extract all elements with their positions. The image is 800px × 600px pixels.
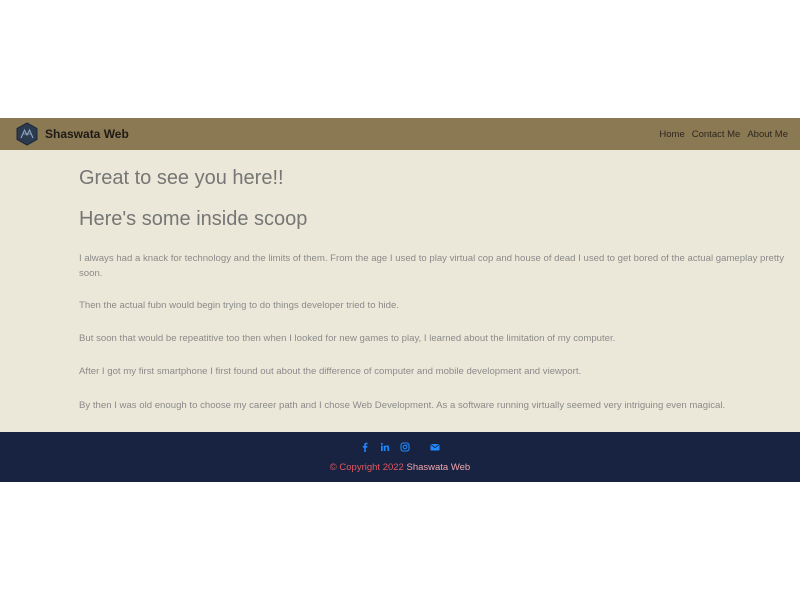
navbar: Shaswata Web Home Contact Me About Me: [0, 118, 800, 150]
nav-links: Home Contact Me About Me: [652, 118, 788, 150]
paragraph-3: But soon that would be repeatitive too t…: [79, 333, 616, 344]
main-content: Great to see you here!! Here's some insi…: [0, 150, 800, 432]
nav-link-contact[interactable]: Contact Me: [692, 129, 741, 140]
linkedin-icon[interactable]: [380, 442, 390, 452]
brand-name: Shaswata Web: [45, 127, 129, 141]
paragraph-2: Then the actual fubn would begin trying …: [79, 300, 400, 311]
footer: © Copyright 2022 Shaswata Web: [0, 432, 800, 482]
brand-link[interactable]: Shaswata Web: [16, 120, 129, 148]
paragraph-5: By then I was old enough to choose my ca…: [79, 400, 726, 411]
paragraph-4: After I got my first smartphone I first …: [79, 366, 582, 377]
social-links: [0, 440, 800, 454]
copyright-site-link[interactable]: Shaswata Web: [406, 462, 470, 473]
page: Shaswata Web Home Contact Me About Me Gr…: [0, 0, 800, 600]
paragraph-1: I always had a knack for technology and …: [79, 253, 785, 279]
copyright-text: © Copyright 2022: [329, 462, 404, 473]
nav-link-about[interactable]: About Me: [747, 129, 788, 140]
copyright-line: © Copyright 2022 Shaswata Web: [0, 462, 800, 473]
scoop-heading: Here's some inside scoop: [79, 208, 308, 230]
envelope-icon[interactable]: [430, 442, 440, 452]
facebook-icon[interactable]: [360, 442, 370, 452]
greeting-heading: Great to see you here!!: [79, 167, 284, 189]
instagram-icon[interactable]: [400, 442, 410, 452]
nav-link-home[interactable]: Home: [659, 129, 684, 140]
hexagon-logo-icon: [16, 122, 38, 146]
